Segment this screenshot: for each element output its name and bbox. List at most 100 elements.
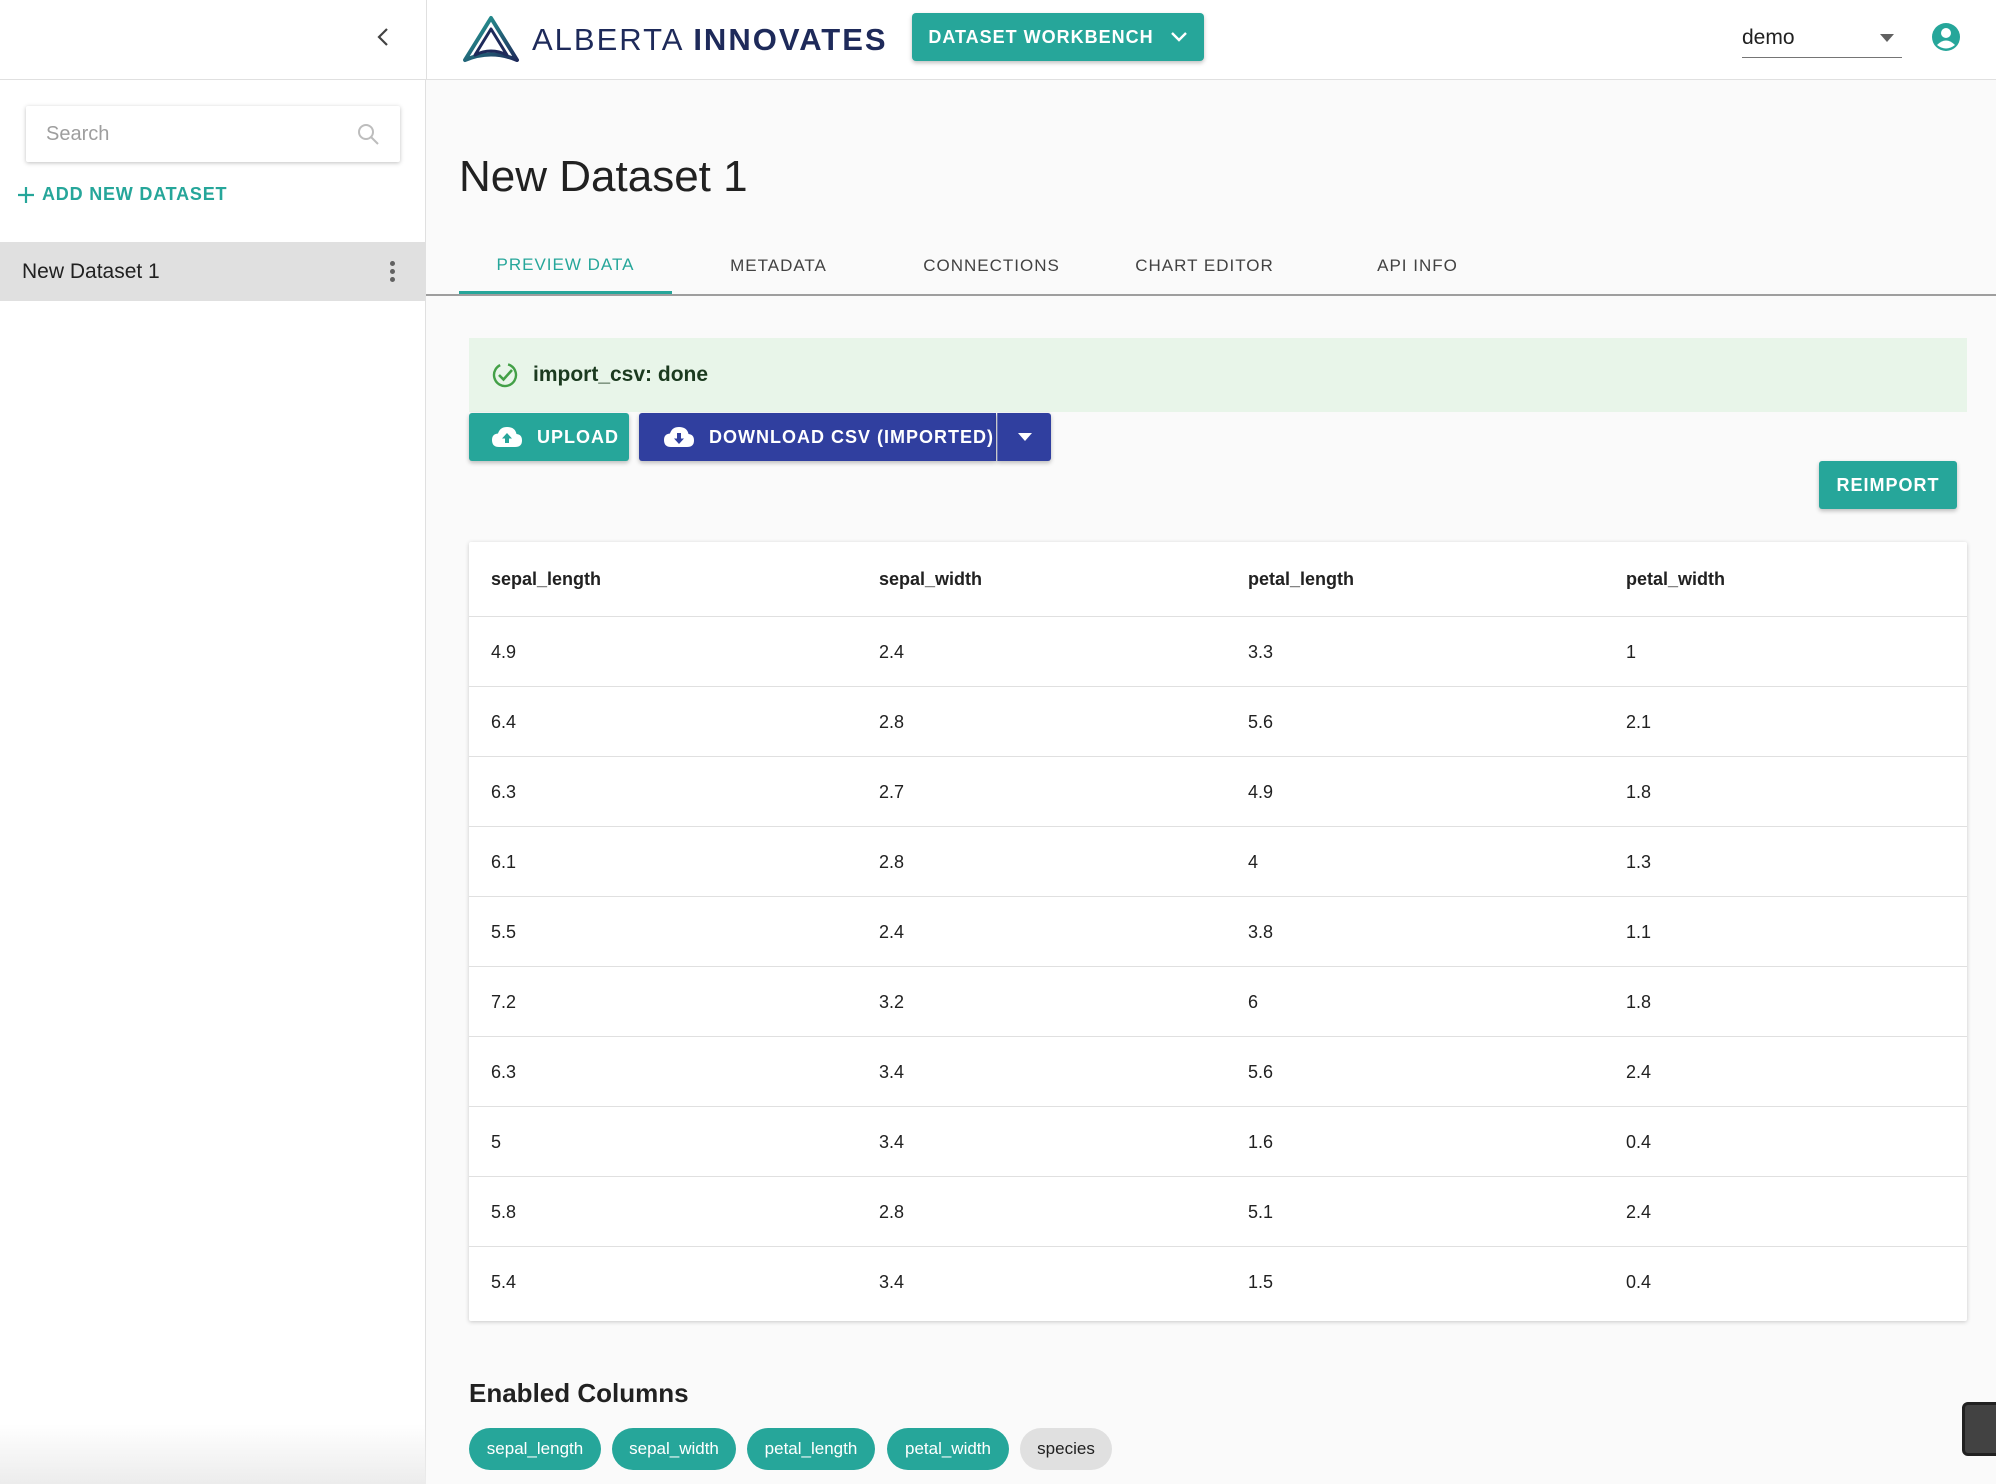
cloud-upload-icon: [492, 427, 522, 447]
upload-button-label: UPLOAD: [537, 426, 619, 447]
collapse-sidebar-button[interactable]: [368, 22, 398, 52]
table-cell: 3.4: [879, 1061, 905, 1082]
user-select-value: demo: [1742, 25, 1795, 49]
cloud-download-icon: [664, 427, 694, 447]
table-cell: 3.8: [1248, 921, 1274, 942]
sidebar-bottom-fade: [0, 1424, 426, 1484]
table-cell: 1.1: [1626, 921, 1652, 942]
search-icon[interactable]: [356, 122, 380, 146]
column-header-sepal-length[interactable]: sepal_length: [491, 542, 601, 617]
table-cell: 6.4: [491, 711, 517, 732]
table-cell: 1.8: [1626, 781, 1652, 802]
top-app-bar: ALBERTA INNOVATES DATASET WORKBENCH demo: [0, 0, 1996, 80]
add-new-dataset-label: ADD NEW DATASET: [42, 184, 228, 204]
brand-wordmark: ALBERTA INNOVATES: [532, 22, 888, 58]
tab-connections[interactable]: CONNECTIONS: [885, 238, 1098, 294]
preview-table: sepal_length sepal_width petal_length pe…: [469, 542, 1967, 1321]
table-cell: 1.8: [1626, 991, 1652, 1012]
table-cell: 2.4: [1626, 1061, 1652, 1082]
table-cell: 5.1: [1248, 1201, 1274, 1222]
tab-chart-editor[interactable]: CHART EDITOR: [1098, 238, 1311, 294]
reimport-button-label: REIMPORT: [1836, 474, 1940, 495]
table-row: 4.9 2.4 3.3 1: [469, 617, 1967, 687]
table-cell: 1.3: [1626, 851, 1652, 872]
table-cell: 5.5: [491, 921, 517, 942]
column-header-petal-width[interactable]: petal_width: [1626, 542, 1725, 617]
page-title: New Dataset 1: [459, 152, 748, 201]
sidebar: ADD NEW DATASET New Dataset 1: [0, 80, 426, 1484]
reimport-button[interactable]: REIMPORT: [1819, 461, 1957, 509]
column-chip-petal-width[interactable]: petal_width: [887, 1428, 1009, 1470]
table-cell: 1.6: [1248, 1131, 1274, 1152]
table-cell: 6.1: [491, 851, 517, 872]
account-circle-icon[interactable]: [1930, 21, 1962, 53]
table-row: 6.1 2.8 4 1.3: [469, 827, 1967, 897]
column-chip-species[interactable]: species: [1020, 1428, 1112, 1470]
tab-bar: PREVIEW DATA METADATA CONNECTIONS CHART …: [426, 238, 1996, 296]
table-row: 5 3.4 1.6 0.4: [469, 1107, 1967, 1177]
table-cell: 3.4: [879, 1271, 905, 1292]
upload-button[interactable]: UPLOAD: [469, 413, 629, 461]
add-new-dataset-button[interactable]: ADD NEW DATASET: [16, 184, 227, 205]
chevron-down-icon: [1170, 32, 1187, 42]
workbench-button-label: DATASET WORKBENCH: [928, 26, 1154, 47]
table-row: 5.8 2.8 5.1 2.4: [469, 1177, 1967, 1247]
caret-down-icon: [1880, 33, 1894, 42]
download-csv-button[interactable]: DOWNLOAD CSV (IMPORTED): [639, 413, 996, 461]
table-cell: 2.1: [1626, 711, 1652, 732]
table-cell: 7.2: [491, 991, 517, 1012]
sidebar-item-new-dataset-1[interactable]: New Dataset 1: [0, 242, 426, 301]
column-header-petal-length[interactable]: petal_length: [1248, 542, 1354, 617]
status-text: import_csv: done: [533, 363, 709, 386]
table-cell: 2.8: [879, 711, 905, 732]
table-cell: 5.6: [1248, 711, 1274, 732]
column-chip-sepal-width[interactable]: sepal_width: [612, 1428, 736, 1470]
table-header-row: sepal_length sepal_width petal_length pe…: [469, 542, 1967, 617]
table-cell: 3.3: [1248, 641, 1274, 662]
brand-wordmark-light: ALBERTA: [532, 22, 694, 57]
table-cell: 4: [1248, 851, 1259, 872]
table-cell: 2.4: [1626, 1201, 1652, 1222]
column-chip-sepal-length[interactable]: sepal_length: [469, 1428, 601, 1470]
check-circle-icon: [492, 362, 518, 388]
table-cell: 3.2: [879, 991, 905, 1012]
table-cell: 2.7: [879, 781, 905, 802]
alberta-innovates-logo-icon: [463, 16, 519, 62]
table-cell: 1: [1626, 641, 1637, 662]
table-cell: 2.8: [879, 1201, 905, 1222]
download-options-button[interactable]: [997, 413, 1051, 461]
enabled-columns-heading: Enabled Columns: [469, 1378, 689, 1408]
tab-preview-data[interactable]: PREVIEW DATA: [459, 238, 672, 294]
table-cell: 2.4: [879, 641, 905, 662]
table-cell: 5.8: [491, 1201, 517, 1222]
search-input[interactable]: [46, 122, 356, 146]
search-box: [26, 106, 400, 162]
table-row: 6.3 2.7 4.9 1.8: [469, 757, 1967, 827]
table-cell: 6.3: [491, 781, 517, 802]
topbar-divider: [426, 0, 427, 80]
table-cell: 1.5: [1248, 1271, 1274, 1292]
table-cell: 0.4: [1626, 1271, 1652, 1292]
caret-down-icon: [1017, 433, 1032, 441]
status-banner: import_csv: done: [469, 338, 1967, 412]
table-cell: 2.4: [879, 921, 905, 942]
dataset-workbench-button[interactable]: DATASET WORKBENCH: [912, 13, 1204, 61]
table-cell: 0.4: [1626, 1131, 1652, 1152]
column-header-sepal-width[interactable]: sepal_width: [879, 542, 982, 617]
table-row: 7.2 3.2 6 1.8: [469, 967, 1967, 1037]
table-cell: 6.3: [491, 1061, 517, 1082]
table-cell: 3.4: [879, 1131, 905, 1152]
tab-api-info[interactable]: API INFO: [1311, 238, 1524, 294]
table-cell: 2.8: [879, 851, 905, 872]
column-chip-petal-length[interactable]: petal_length: [747, 1428, 875, 1470]
download-csv-button-label: DOWNLOAD CSV (IMPORTED): [709, 426, 994, 447]
user-select[interactable]: demo: [1742, 18, 1902, 58]
chevron-left-icon: [377, 28, 388, 46]
plus-icon: [18, 186, 34, 203]
brand-logo[interactable]: ALBERTA INNOVATES: [462, 10, 888, 70]
table-row: 6.3 3.4 5.6 2.4: [469, 1037, 1967, 1107]
floating-action-button[interactable]: [1962, 1402, 1996, 1456]
more-vert-icon[interactable]: [380, 257, 404, 287]
tab-metadata[interactable]: METADATA: [672, 238, 885, 294]
table-cell: 5: [491, 1131, 502, 1152]
